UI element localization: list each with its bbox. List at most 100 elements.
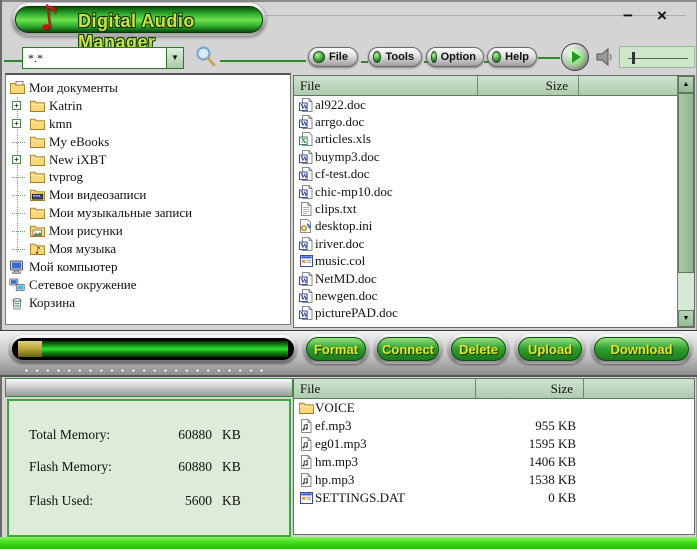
tree-item-label: Мои музыкальные записи [49, 205, 193, 221]
file-row-2[interactable]: eg01.mp3 1595 KB [294, 435, 694, 453]
svg-text:W: W [301, 119, 309, 128]
tree-item-7[interactable]: Мои музыкальные записи [6, 204, 290, 222]
file-row-7[interactable]: desktop.ini [294, 218, 694, 235]
progress-used-segment [18, 341, 42, 357]
tree-item-0[interactable]: Мои документы [6, 79, 290, 97]
file-name: SETTINGS.DAT [315, 490, 405, 505]
tree-item-6[interactable]: Мои видеозаписи [6, 186, 290, 204]
tree-item-label: Мои видеозаписи [49, 187, 147, 203]
audio-file-icon [297, 455, 315, 469]
connect-button-label: Connect [382, 341, 434, 357]
menu-button-help[interactable]: Help [487, 47, 537, 67]
memory-unit: KB [222, 427, 241, 442]
digital-audio-manager-window: ♪ Digital Audio Manager − × *.* ▼ File T… [0, 0, 697, 549]
file-row-1[interactable]: ef.mp3 955 KB [294, 417, 694, 435]
column-header-blank [584, 379, 694, 399]
tree-item-12[interactable]: Корзина [6, 294, 290, 312]
tree-item-8[interactable]: Мои рисунки [6, 222, 290, 240]
file-row-3[interactable]: Wbuymp3.doc [294, 148, 694, 165]
tree-guide-stub [12, 213, 25, 215]
column-header-size[interactable]: Size [478, 76, 579, 96]
word-doc-icon: W [297, 184, 315, 199]
tree-item-2[interactable]: + kmn [6, 115, 290, 133]
tree-item-9[interactable]: ♪ Моя музыка [6, 240, 290, 258]
minimize-button[interactable]: − [616, 5, 640, 27]
file-name: arrgo.doc [315, 114, 365, 130]
file-row-4[interactable]: hp.mp3 1538 KB [294, 471, 694, 489]
file-filter-dropdown[interactable]: *.* ▼ [22, 47, 184, 69]
led-icon [492, 51, 502, 63]
tree-item-11[interactable]: Сетевое окружение [6, 276, 290, 294]
text-file-icon [297, 202, 315, 216]
file-row-11[interactable]: Wnewgen.doc [294, 287, 694, 304]
folder-icon [28, 136, 46, 148]
chevron-down-icon[interactable]: ▼ [166, 48, 183, 68]
file-row-0[interactable]: VOICE [294, 399, 694, 417]
speaker-icon[interactable] [594, 46, 616, 73]
connect-button[interactable]: Connect [374, 334, 442, 364]
menu-button-tools[interactable]: Tools [368, 47, 422, 67]
file-row-5[interactable]: SETTINGS.DAT 0 KB [294, 489, 694, 507]
memory-row-1: Flash Memory: 60880 KB [9, 459, 289, 477]
file-row-12[interactable]: WpicturePAD.doc [294, 305, 694, 322]
expand-plus-icon[interactable]: + [12, 100, 21, 110]
file-size: 1406 KB [528, 454, 576, 469]
scrollbar-thumb[interactable] [678, 93, 694, 273]
file-row-8[interactable]: Wiriver.doc [294, 235, 694, 252]
scroll-up-button[interactable]: ▲ [678, 76, 694, 93]
file-name: picturePAD.doc [315, 305, 398, 321]
download-button-label: Download [610, 341, 673, 357]
play-button[interactable] [561, 43, 589, 71]
vertical-scrollbar[interactable]: ▲ ▼ [677, 76, 694, 327]
expand-plus-icon[interactable]: + [12, 118, 21, 128]
column-header-size[interactable]: Size [476, 379, 584, 399]
file-row-2[interactable]: Xarticles.xls [294, 131, 694, 148]
tree-guide-stub [12, 141, 25, 143]
folder-icon [28, 100, 46, 112]
volume-slider[interactable] [619, 46, 695, 68]
progress-track [12, 338, 294, 360]
column-header-file[interactable]: File [294, 379, 476, 399]
download-button[interactable]: Download [591, 334, 692, 364]
svg-text:X: X [301, 137, 307, 146]
music-note-icon: ♪ [35, 0, 63, 40]
memory-value: 60880 [178, 427, 212, 442]
tree-item-1[interactable]: + Katrin [6, 97, 290, 115]
file-name: chic-mp10.doc [315, 183, 393, 199]
delete-button-label: Delete [458, 341, 499, 357]
folder-tree-panel: Мои документы + Katrin + kmn My eBooks + New iX… [5, 73, 291, 325]
menu-button-option[interactable]: Option [426, 47, 484, 67]
file-name: desktop.ini [315, 218, 373, 234]
file-filter-value: *.* [28, 50, 43, 65]
tree-item-10[interactable]: Мой компьютер [6, 258, 290, 276]
tree-item-3[interactable]: My eBooks [6, 133, 290, 151]
column-header-file[interactable]: File [294, 76, 478, 96]
file-row-6[interactable]: clips.txt [294, 200, 694, 217]
file-name: hm.mp3 [315, 454, 358, 469]
tree-item-label: Корзина [29, 294, 76, 310]
expand-plus-icon[interactable]: + [12, 154, 21, 164]
file-row-3[interactable]: hm.mp3 1406 KB [294, 453, 694, 471]
file-row-10[interactable]: W NetMD.doc [294, 270, 694, 287]
tree-guide-stub [12, 249, 25, 251]
upload-button[interactable]: Upload [515, 334, 585, 364]
pc-file-list-panel: File Size Wal922.doc Warrgo.doc Xarticles.… [293, 75, 695, 328]
volume-thumb[interactable] [632, 52, 635, 64]
file-list-header: File Size [294, 379, 694, 399]
tree-item-5[interactable]: tvprog [6, 168, 290, 186]
file-row-9[interactable]: music.col [294, 253, 694, 270]
delete-button[interactable]: Delete [448, 334, 509, 364]
file-row-1[interactable]: Warrgo.doc [294, 113, 694, 130]
file-row-5[interactable]: Wchic-mp10.doc [294, 183, 694, 200]
file-row-0[interactable]: Wal922.doc [294, 96, 694, 113]
menu-button-file[interactable]: File [308, 47, 358, 67]
svg-text:W: W [301, 293, 309, 302]
scroll-down-button[interactable]: ▼ [678, 310, 694, 327]
format-button[interactable]: Format [303, 334, 369, 364]
file-row-4[interactable]: Wcf-test.doc [294, 166, 694, 183]
tree-item-4[interactable]: + New iXBT [6, 151, 290, 169]
search-icon[interactable] [194, 45, 218, 69]
device-file-list-panel: File Size VOICE ef.mp3 955 KB eg01.mp3 1595 … [293, 378, 695, 535]
close-button[interactable]: × [650, 5, 674, 27]
svg-text:W: W [301, 276, 309, 285]
